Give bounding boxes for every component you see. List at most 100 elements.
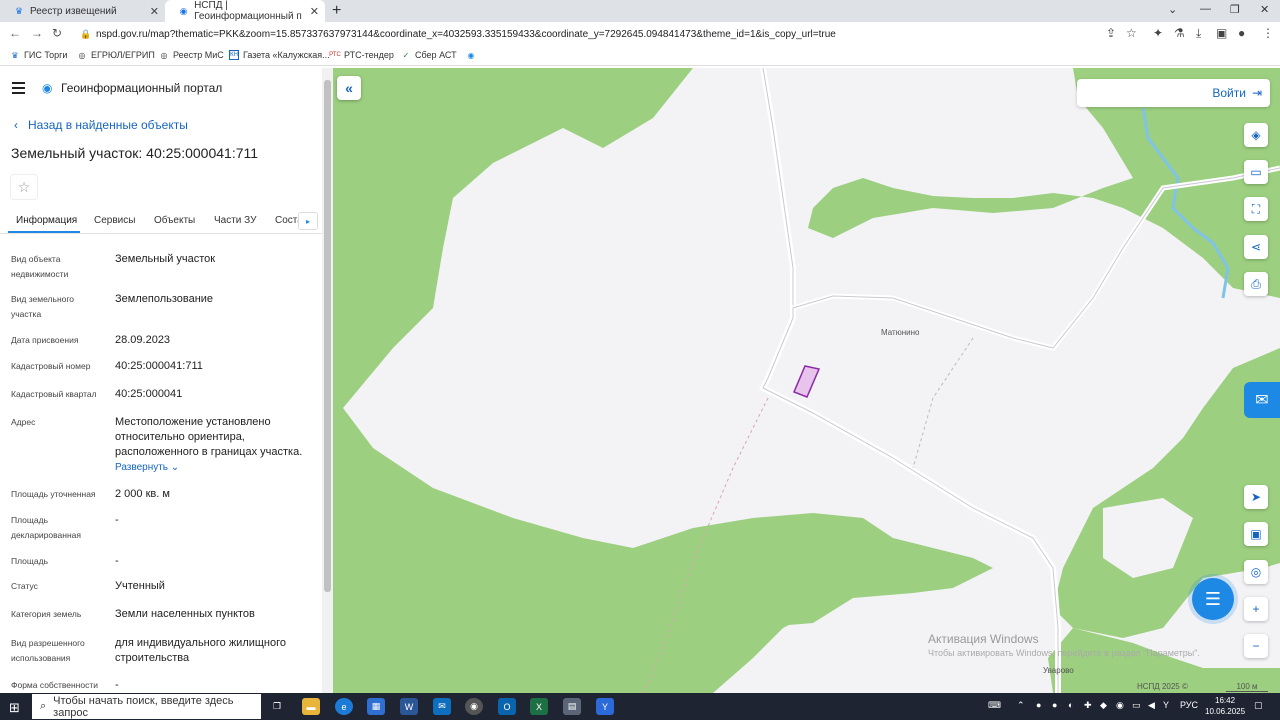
zoom-out-button[interactable]: − — [1244, 634, 1268, 658]
tab-services[interactable]: Сервисы — [94, 215, 135, 226]
property-value: 40:25:000041 — [115, 388, 183, 400]
minimap-button[interactable]: ▣ — [1244, 522, 1268, 546]
bookmark-item[interactable]: РТС РТС-тендер — [329, 50, 394, 60]
tab-objects[interactable]: Объекты — [154, 215, 195, 226]
favorite-star-button[interactable]: ☆ — [10, 174, 38, 200]
system-clock[interactable]: 16:42 10.06.2025 — [1205, 695, 1245, 717]
scrollbar-thumb[interactable] — [324, 80, 331, 592]
outlook-icon[interactable]: O — [498, 698, 516, 715]
network-icon[interactable]: ▭ — [1132, 700, 1141, 711]
excel-icon[interactable]: X — [530, 698, 548, 715]
navigation-arrow-icon: ➤ — [1250, 490, 1262, 504]
share-icon[interactable]: ⇪ — [1106, 26, 1116, 40]
map-search-box[interactable]: Войти ⇥ — [1077, 79, 1270, 107]
reload-icon[interactable]: ↻ — [52, 26, 62, 40]
share-button[interactable]: ⋖ — [1244, 235, 1268, 259]
active-tab-indicator — [8, 231, 80, 233]
print-button[interactable]: ⎙ — [1244, 272, 1268, 296]
volume-icon[interactable]: ◀ — [1148, 700, 1155, 711]
restore-icon[interactable]: ❐ — [1230, 3, 1240, 16]
bookmark-item[interactable]: ◎ ЕГРЮЛ/ЕГРИП — [77, 50, 155, 60]
tab-parts[interactable]: Части ЗУ — [214, 215, 256, 226]
download-icon[interactable]: ⤓ — [1196, 26, 1201, 41]
profile-icon[interactable]: ● — [1238, 26, 1245, 40]
login-button[interactable]: Войти ⇥ — [1206, 86, 1262, 100]
taskbar-search[interactable]: ⌕ Чтобы начать поиск, введите здесь запро… — [32, 694, 261, 719]
menu-dots-icon[interactable]: ⋮ — [1262, 26, 1274, 40]
share-icon: ⋖ — [1250, 240, 1262, 254]
tabs-scroll-right-button[interactable]: ▸ — [298, 212, 318, 230]
tray-app-icon[interactable]: ◆ — [1100, 700, 1107, 711]
menu-hamburger-icon[interactable] — [12, 82, 25, 97]
tray-app-icon[interactable]: ● — [1036, 700, 1041, 710]
portal-logo-icon: ◉ — [42, 81, 53, 95]
geolocate-button[interactable]: ➤ — [1244, 485, 1268, 509]
layers-button[interactable]: ◈ — [1244, 123, 1268, 147]
chevron-down-icon: ⌄ — [170, 462, 180, 473]
help-button[interactable]: ✉ — [1244, 382, 1280, 418]
mail-icon[interactable]: ✉ — [433, 698, 451, 715]
location-button[interactable]: ◎ — [1244, 560, 1268, 584]
forward-arrow-icon[interactable]: → — [31, 26, 43, 40]
extensions-icon[interactable]: ✦ — [1153, 26, 1163, 40]
chrome-icon[interactable]: ◉ — [465, 698, 483, 715]
tab-info[interactable]: Информация — [16, 215, 77, 226]
bookmark-star-icon[interactable]: ☆ — [1126, 26, 1137, 40]
property-value: Учтенный — [115, 580, 165, 592]
browser-tab-active[interactable]: ◉ НСПД | Геоинформационный п ✕ — [165, 0, 325, 22]
chat-button[interactable]: ☰ — [1192, 578, 1234, 620]
property-label: Статус — [11, 581, 38, 591]
map-canvas[interactable]: Матюнино Уварово — [333, 68, 1280, 693]
bookmark-item[interactable]: ♛ ГИС Торги — [10, 50, 67, 60]
new-tab-button[interactable]: + — [332, 2, 341, 20]
tray-app-icon[interactable]: ● — [1052, 700, 1057, 710]
language-indicator[interactable]: РУС — [1180, 700, 1198, 710]
chevron-left-icon: ‹ — [14, 118, 18, 132]
bookmark-icon: РТС — [329, 52, 341, 58]
keyboard-icon[interactable]: ⌨ — [988, 700, 1001, 711]
zoom-in-button[interactable]: + — [1244, 597, 1268, 621]
expand-link[interactable]: Развернуть ⌄ — [115, 462, 179, 473]
back-to-results-link[interactable]: ‹ Назад в найденные объекты — [14, 118, 198, 132]
close-tab-icon[interactable]: ✕ — [150, 5, 159, 18]
ruler-button[interactable]: ▭ — [1244, 160, 1268, 184]
browser-tab[interactable]: ♛ Реестр извещений ✕ — [0, 0, 165, 22]
task-view-icon[interactable]: ❐ — [268, 698, 286, 715]
notifications-icon[interactable]: ▢ — [1254, 700, 1263, 711]
bookmark-item[interactable]: ◉ — [466, 50, 480, 60]
address-bar-row: ← → ↻ 🔒 nspd.gov.ru/map?thematic=PKK&zoo… — [0, 22, 1280, 46]
bookmark-icon: ✓ — [402, 50, 410, 60]
tray-app-icon[interactable]: ◐ — [1068, 700, 1073, 710]
forest-area — [333, 68, 993, 693]
flask-icon[interactable]: ⚗ — [1174, 26, 1185, 40]
edge-icon[interactable]: e — [335, 698, 353, 715]
file-explorer-icon[interactable]: ▬ — [302, 698, 320, 715]
yandex-tray-icon[interactable]: Y — [1163, 700, 1169, 710]
tray-arrow-icon[interactable]: ⌃ — [1017, 700, 1025, 711]
store-icon[interactable]: ▦ — [367, 698, 385, 715]
property-value: для индивидуального жилищного строительс… — [115, 637, 287, 664]
close-window-icon[interactable]: ✕ — [1260, 3, 1269, 16]
calculator-icon[interactable]: ▤ — [563, 698, 581, 715]
close-tab-icon[interactable]: ✕ — [310, 5, 319, 18]
property-value: Землепользование — [115, 293, 214, 305]
tab-search-icon[interactable]: ⌄ — [1168, 3, 1177, 16]
bookmark-item[interactable]: ✓ Сбер АСТ — [401, 50, 457, 60]
browser-tab-bar: ♛ Реестр извещений ✕ ◉ НСПД | Геоинформа… — [0, 0, 1280, 22]
panel-scrollbar[interactable] — [322, 68, 333, 693]
sidebar-icon[interactable]: ▣ — [1216, 26, 1227, 40]
clock-date: 10.06.2025 — [1205, 707, 1246, 716]
bookmark-item[interactable]: ◎ Реестр МиС — [159, 50, 224, 60]
bookmark-icon: ◎ — [78, 50, 86, 60]
windows-start-icon[interactable]: ⊞ — [9, 700, 20, 716]
select-area-button[interactable]: ⛶ — [1244, 197, 1268, 221]
url-field[interactable]: 🔒 nspd.gov.ru/map?thematic=PKK&zoom=15.8… — [80, 25, 1142, 43]
word-icon[interactable]: W — [400, 698, 418, 715]
bookmark-item[interactable]: КН Газета «Калужская... — [229, 50, 330, 60]
yandex-icon[interactable]: Y — [596, 698, 614, 715]
tray-app-icon[interactable]: ✚ — [1084, 700, 1092, 711]
back-arrow-icon[interactable]: ← — [9, 26, 21, 40]
tray-app-icon[interactable]: ◉ — [1116, 700, 1124, 711]
collapse-panel-button[interactable]: « — [337, 76, 361, 100]
minimize-icon[interactable]: — — [1200, 3, 1211, 15]
